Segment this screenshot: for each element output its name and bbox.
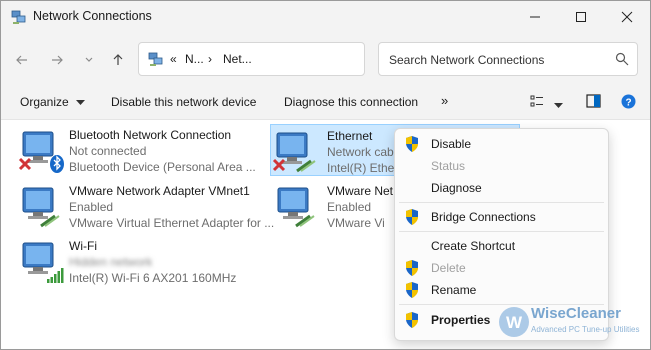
connection-name: Bluetooth Network Connection: [69, 128, 232, 142]
arrow-up-icon: [113, 54, 123, 65]
minimize-button[interactable]: [512, 1, 558, 33]
diagnose-connection-button[interactable]: Diagnose this connection: [284, 95, 418, 109]
maximize-icon: [576, 12, 586, 22]
connection-device: Intel(R) Ether: [327, 161, 399, 175]
menu-separator: [399, 202, 604, 203]
uac-shield-icon: [406, 282, 418, 298]
connection-device: Bluetooth Device (Personal Area ...: [69, 160, 256, 174]
window-title: Network Connections: [33, 9, 152, 23]
connection-item-vmnet1[interactable]: VMware Network Adapter VMnet1 Enabled VM…: [15, 178, 274, 230]
network-connections-window: Network Connections « N... › Net... Sear…: [0, 0, 651, 350]
network-adapter-icon: [272, 132, 316, 173]
menu-item-bridge-connections[interactable]: Bridge Connections: [399, 206, 604, 228]
uac-shield-icon: [406, 260, 418, 276]
bluetooth-icon: [50, 155, 64, 173]
connection-item-bluetooth[interactable]: Bluetooth Network Connection Not connect…: [15, 122, 265, 174]
watermark-name: WiseCleaner: [531, 305, 621, 322]
network-adapter-icon: [277, 187, 315, 228]
arrow-left-icon: [16, 55, 27, 65]
connection-device: VMware Vi: [327, 216, 385, 230]
maximize-button[interactable]: [558, 1, 604, 33]
connection-device: Intel(R) Wi-Fi 6 AX201 160MHz: [69, 271, 237, 285]
menu-separator: [399, 231, 604, 232]
breadcrumb-item[interactable]: N...: [185, 52, 204, 66]
breadcrumb-separator[interactable]: ›: [208, 52, 212, 66]
connection-device: VMware Virtual Ethernet Adapter for ...: [69, 216, 275, 230]
menu-item-label: Rename: [431, 283, 477, 297]
chevron-down-icon: [85, 57, 93, 62]
network-adapter-icon: [18, 131, 64, 173]
connection-name: Ethernet: [327, 129, 373, 143]
up-button[interactable]: [107, 49, 129, 71]
menu-item-label: Disable: [431, 137, 472, 151]
search-box[interactable]: [378, 42, 638, 76]
navigation-bar: « N... › Net...: [1, 33, 650, 85]
close-icon: [621, 11, 633, 23]
menu-item-label: Properties: [431, 313, 491, 327]
caret-down-icon: [76, 100, 86, 105]
uac-shield-icon: [406, 209, 418, 225]
connection-name: VMware Net: [327, 184, 394, 198]
connection-status: Enabled: [327, 200, 372, 214]
menu-item-label: Delete: [431, 261, 466, 275]
organize-button[interactable]: Organize: [20, 95, 86, 109]
details-view-icon: [530, 95, 543, 107]
recent-locations-button[interactable]: [78, 49, 100, 71]
arrow-right-icon: [52, 55, 63, 65]
menu-item-create-shortcut[interactable]: Create Shortcut: [399, 235, 604, 257]
back-button[interactable]: [11, 49, 33, 71]
title-bar: Network Connections: [1, 1, 650, 33]
svg-text:W: W: [506, 313, 523, 332]
breadcrumb-overflow[interactable]: «: [170, 52, 177, 66]
caret-down-icon: [554, 103, 563, 108]
search-input[interactable]: [387, 50, 601, 70]
preview-pane-icon: [586, 94, 601, 108]
menu-item-label: Diagnose: [431, 181, 482, 195]
menu-item-label: Create Shortcut: [431, 239, 516, 253]
menu-item-label: Bridge Connections: [431, 210, 536, 224]
help-icon: ?: [621, 94, 636, 109]
menu-item-rename[interactable]: Rename: [399, 279, 604, 301]
change-view-button[interactable]: [530, 94, 544, 111]
menu-item-diagnose[interactable]: Diagnose: [399, 177, 604, 199]
network-adapter-icon: [22, 242, 64, 283]
wisecleaner-logo-icon: W: [499, 307, 529, 337]
network-adapter-icon: [22, 187, 60, 228]
connection-name: Wi-Fi: [69, 239, 97, 253]
svg-text:?: ?: [625, 97, 631, 108]
menu-item-disable[interactable]: Disable: [399, 133, 604, 155]
uac-shield-icon: [406, 136, 418, 152]
uac-shield-icon: [406, 312, 418, 328]
error-x-icon: [272, 158, 286, 172]
connection-name: VMware Network Adapter VMnet1: [69, 184, 250, 198]
preview-pane-button[interactable]: [586, 94, 601, 111]
menu-item-label: Status: [431, 159, 466, 173]
wisecleaner-watermark: W WiseCleaner Advanced PC Tune-up Utilit…: [497, 301, 650, 345]
connection-status: Not connected: [69, 144, 147, 158]
connection-item-wifi[interactable]: Wi-Fi Hidden network Intel(R) Wi-Fi 6 AX…: [15, 233, 265, 285]
network-connections-icon: [11, 10, 26, 24]
error-x-icon: [18, 157, 32, 171]
address-bar[interactable]: « N... › Net...: [138, 42, 365, 76]
more-commands-button[interactable]: »: [441, 93, 448, 108]
organize-label: Organize: [20, 95, 69, 109]
view-options-button[interactable]: [554, 98, 563, 112]
signal-bars-icon: [47, 268, 64, 283]
watermark-tagline: Advanced PC Tune-up Utilities: [531, 325, 640, 334]
breadcrumb-current[interactable]: Net...: [223, 52, 252, 66]
network-connections-icon: [148, 52, 163, 66]
connection-status: Network cab: [327, 145, 394, 159]
command-bar: Organize Disable this network device Dia…: [1, 85, 650, 120]
forward-button[interactable]: [46, 49, 68, 71]
menu-item-status: Status: [399, 155, 604, 177]
disable-device-button[interactable]: Disable this network device: [111, 95, 256, 109]
connection-status: Enabled: [69, 200, 114, 214]
connection-status: Hidden network: [69, 255, 153, 269]
help-button[interactable]: ?: [621, 94, 636, 112]
close-button[interactable]: [604, 1, 650, 33]
search-icon: [615, 52, 629, 66]
minimize-icon: [530, 16, 540, 18]
menu-item-delete: Delete: [399, 257, 604, 279]
